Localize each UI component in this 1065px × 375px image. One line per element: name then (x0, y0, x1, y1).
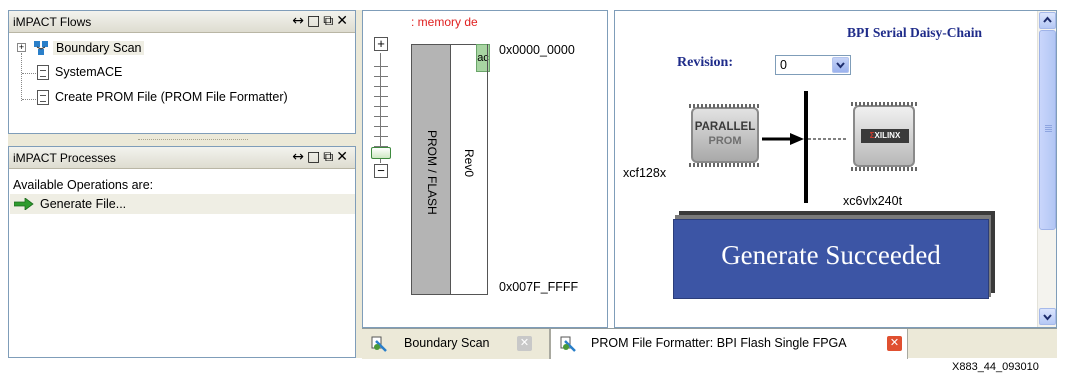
memory-header: : memory de (411, 15, 478, 29)
flow-item-label: SystemACE (55, 65, 123, 79)
maximize-horizontal-icon[interactable]: ↔ (292, 13, 307, 29)
close-icon[interactable]: ✕ (336, 149, 351, 165)
panel-controls[interactable]: ↔□⧉✕ (292, 13, 351, 29)
bpi-chain-panel: BPI Serial Daisy-Chain Revision: 0 PARAL… (614, 10, 1057, 328)
chip-pins (851, 167, 917, 171)
maximize-icon[interactable]: □ (307, 13, 323, 29)
operation-generate-file: Generate File... (40, 197, 127, 211)
chain-connector (762, 91, 848, 203)
chevron-down-icon[interactable] (832, 57, 849, 73)
processes-panel: iMPACT Processes ↔□⧉✕ Available Operatio… (8, 146, 356, 358)
zoom-slider-thumb[interactable] (371, 147, 391, 159)
generate-status-banner: Generate Succeeded (673, 219, 989, 299)
end-address: 0x007F_FFFF (499, 280, 579, 294)
document-icon (37, 65, 49, 80)
flows-panel-header: iMPACT Flows ↔□⧉✕ (9, 11, 355, 33)
scroll-down-button[interactable] (1039, 308, 1056, 325)
flows-panel: iMPACT Flows ↔□⧉✕ + Boundary Scan System… (8, 10, 356, 134)
sash-grip (138, 139, 248, 141)
revision-select-value: 0 (780, 58, 787, 72)
xilinx-fpga-chip[interactable]: ΣXILINX (851, 102, 917, 171)
tab-boundary-scan[interactable]: Boundary Scan ✕ (362, 329, 550, 359)
prom-formatter-tab-icon (560, 336, 576, 352)
processes-panel-title: iMPACT Processes (13, 151, 116, 165)
tab-label: Boundary Scan (404, 336, 490, 350)
tab-prom-file-formatter[interactable]: PROM File Formatter: BPI Flash Single FP… (550, 329, 908, 359)
chip-pins (851, 102, 917, 106)
vertical-scrollbar[interactable] (1037, 11, 1056, 327)
prom-part-name: xcf128x (623, 166, 667, 180)
address-ruler (487, 44, 488, 295)
zoom-out-button[interactable]: − (374, 164, 388, 178)
restore-icon[interactable]: ⧉ (323, 13, 336, 29)
editor-tab-bar: Boundary Scan ✕ PROM File Formatter: BPI… (362, 328, 1057, 359)
figure-id: X883_44_093010 (952, 361, 1039, 373)
flow-item-boundary-scan[interactable]: Boundary Scan (53, 41, 145, 55)
close-tab-icon[interactable]: ✕ (887, 336, 902, 351)
chain-icon (33, 40, 49, 56)
flow-item-label: Boundary Scan (56, 41, 142, 55)
flow-item-systemace[interactable]: SystemACE (55, 65, 122, 79)
zoom-slider-ticks (374, 57, 388, 157)
operations-heading: Available Operations are: (13, 178, 154, 192)
xilinx-logo-icon: ΣXILINX (861, 129, 909, 143)
maximize-icon[interactable]: □ (307, 149, 323, 165)
prom-flash-label: PROM / FLASH (425, 130, 439, 215)
tree-connector (21, 53, 22, 101)
fpga-chip-label: XILINX (874, 131, 901, 140)
operation-row[interactable]: Generate File... (10, 194, 355, 214)
tab-label: PROM File Formatter: BPI Flash Single FP… (591, 336, 847, 350)
memory-map-panel: : memory de + − PROM / FLASH Rev0 ac 0x0… (362, 10, 608, 328)
close-icon[interactable]: ✕ (336, 13, 351, 29)
parallel-prom-chip[interactable]: PARALLEL PROM (689, 104, 761, 167)
start-address: 0x0000_0000 (499, 43, 575, 57)
document-icon (37, 90, 49, 105)
generate-status-text: Generate Succeeded (721, 240, 941, 270)
close-tab-icon[interactable]: ✕ (517, 336, 532, 351)
fpga-part-name: xc6vlx240t (843, 194, 903, 208)
panel-sash[interactable] (8, 134, 356, 146)
flows-panel-title: iMPACT Flows (13, 15, 92, 29)
panel-controls[interactable]: ↔□⧉✕ (292, 149, 351, 165)
flow-item-create-prom-file[interactable]: Create PROM File (PROM File Formatter) (55, 90, 288, 104)
green-arrow-icon (14, 198, 34, 210)
scroll-up-button[interactable] (1039, 12, 1056, 29)
prom-chip-line2: PROM (708, 135, 742, 147)
restore-icon[interactable]: ⧉ (323, 149, 336, 165)
revision-select[interactable]: 0 (775, 55, 851, 75)
prom-chip-line1: PARALLEL (694, 121, 756, 133)
chip-pins (689, 163, 761, 167)
revision-label: Rev0 (462, 148, 476, 177)
processes-panel-header: iMPACT Processes ↔□⧉✕ (9, 147, 355, 169)
scroll-thumb[interactable] (1039, 30, 1056, 230)
maximize-horizontal-icon[interactable]: ↔ (292, 149, 307, 165)
tree-connector (22, 99, 36, 100)
boundary-scan-tab-icon (371, 336, 387, 352)
tree-connector (22, 73, 36, 74)
zoom-in-button[interactable]: + (374, 37, 388, 51)
scroll-grip (1045, 125, 1052, 133)
revision-label: Revision: (677, 55, 733, 70)
flow-item-label: Create PROM File (PROM File Formatter) (55, 90, 288, 104)
tree-expand-icon[interactable]: + (17, 43, 26, 52)
chip-pins (689, 104, 761, 108)
bpi-title: BPI Serial Daisy-Chain (847, 25, 983, 40)
